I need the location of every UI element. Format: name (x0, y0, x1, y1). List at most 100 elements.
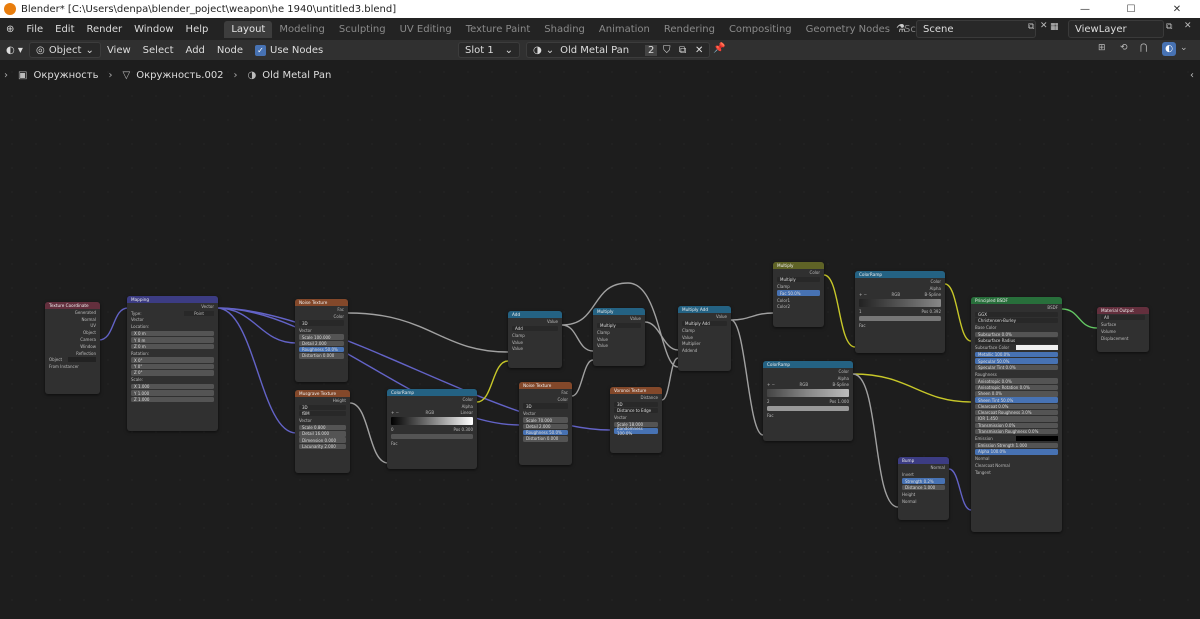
socket-camera[interactable]: Camera (45, 336, 100, 343)
randomness-field[interactable]: Randomness 100.0% (614, 426, 658, 436)
scale-field[interactable]: Scale 100.000 (299, 334, 344, 340)
socket-generated[interactable]: Generated (45, 309, 100, 316)
socket-normal[interactable]: Normal (971, 455, 1062, 462)
socket-value-in-1[interactable]: Value (593, 336, 645, 343)
socket-vector-in[interactable]: Vector (127, 317, 218, 324)
socket-surface[interactable]: Surface (1097, 321, 1149, 328)
socket-color[interactable]: Color (387, 396, 477, 403)
subsurface-radius-dropdown[interactable]: Subsurface Radius (975, 338, 1058, 344)
distance-field[interactable]: Distance 1.000 (902, 484, 945, 491)
dimension-field[interactable]: Dimension 0.000 (299, 437, 346, 443)
emission-color-field[interactable]: Emission (971, 435, 1062, 442)
location-y-field[interactable]: Y 0 m (131, 337, 214, 343)
socket-uv[interactable]: UV (45, 323, 100, 330)
rotation-y-field[interactable]: Y 0° (131, 363, 214, 370)
clamp-checkbox[interactable]: Clamp (773, 283, 824, 290)
socket-color[interactable]: Color (763, 368, 853, 375)
socket-color2-in[interactable]: Color2 (773, 304, 824, 311)
socket-displacement[interactable]: Displacement (1097, 335, 1149, 342)
sheen-tint-field[interactable]: Sheen Tint 50.0% (975, 397, 1058, 403)
socket-value-out[interactable]: Value (593, 315, 645, 322)
strength-field[interactable]: Strength 0.2% (902, 478, 945, 484)
emission-strength-field[interactable]: Emission Strength 1.000 (975, 442, 1058, 449)
socket-fac[interactable]: Fac (855, 322, 945, 329)
color-ramp-gradient[interactable] (767, 389, 849, 398)
node-math-add[interactable]: Add Value Add Clamp Value Value (508, 311, 562, 368)
invert-checkbox[interactable]: Invert (898, 471, 949, 478)
socket-distance[interactable]: Distance (610, 394, 662, 401)
socket-base-color[interactable]: Base Color (971, 324, 1062, 331)
socket-reflection[interactable]: Reflection (45, 350, 100, 357)
socket-normal-out[interactable]: Normal (898, 464, 949, 471)
ramp-controls[interactable]: + − RGB Linear (387, 410, 477, 417)
anisotropic-field[interactable]: Anisotropic 0.0% (975, 378, 1058, 384)
socket-vector-out[interactable]: Vector (127, 303, 218, 310)
clamp-checkbox[interactable]: Clamp (508, 332, 562, 339)
socket-vector-in[interactable]: Vector (295, 417, 350, 424)
node-math-multiply-add[interactable]: Multiply Add Value Multiply Add Clamp Va… (678, 306, 731, 371)
socket-fac[interactable]: Fac (763, 412, 853, 419)
socket-height-in[interactable]: Height (898, 491, 949, 498)
subsurface-field[interactable]: Subsurface 0.0% (975, 331, 1058, 338)
specular-field[interactable]: Specular 50.0% (975, 358, 1058, 364)
clamp-checkbox[interactable]: Clamp (593, 329, 645, 336)
socket-vector-in[interactable]: Vector (610, 414, 662, 421)
transmission-roughness-field[interactable]: Transmission Roughness 0.0% (975, 428, 1058, 435)
sheen-field[interactable]: Sheen 0.0% (975, 391, 1058, 397)
plus-icon[interactable]: + − (859, 292, 867, 297)
socket-value-in-2[interactable]: Value (593, 342, 645, 349)
ramp-controls[interactable]: + − RGB B-Spline (763, 382, 853, 389)
scale-z-field[interactable]: Z 1.000 (131, 396, 214, 403)
socket-height[interactable]: Height (295, 397, 350, 404)
socket-bsdf-out[interactable]: BSDF (971, 304, 1062, 311)
ramp-color-swatch[interactable] (859, 315, 941, 322)
node-mixrgb-multiply[interactable]: Multiply Color Multiply Clamp Fac 50.0% … (773, 262, 824, 327)
socket-value-in-1[interactable]: Value (508, 339, 562, 346)
plus-icon[interactable]: + − (391, 410, 399, 415)
lacunarity-field[interactable]: Lacunarity 2.000 (299, 443, 346, 450)
socket-multiplier-in[interactable]: Multiplier (678, 340, 731, 347)
ramp-color-swatch[interactable] (391, 433, 473, 440)
socket-normal-in[interactable]: Normal (898, 498, 949, 505)
node-bump[interactable]: Bump Normal Invert Strength 0.2% Distanc… (898, 457, 949, 520)
node-mapping[interactable]: Mapping Vector Type: Point Vector Locatio… (127, 296, 218, 431)
ramp-color-swatch[interactable] (767, 405, 849, 412)
socket-vector-in[interactable]: Vector (519, 410, 572, 417)
ramp-stop-row[interactable]: 2 Pos 1.000 (763, 398, 853, 405)
operation-dropdown[interactable]: Add (512, 325, 558, 332)
node-voronoi-texture[interactable]: Voronoi Texture Distance 3D Distance to … (610, 387, 662, 453)
socket-clearcoat-normal[interactable]: Clearcoat Normal (971, 462, 1062, 469)
distortion-field[interactable]: Distortion 0.000 (523, 436, 568, 442)
clearcoat-roughness-field[interactable]: Clearcoat Roughness 3.0% (975, 409, 1058, 416)
mapping-type-field[interactable]: Type: Point (127, 310, 218, 317)
distortion-field[interactable]: Distortion 0.000 (299, 353, 344, 359)
rotation-z-field[interactable]: Z 0° (131, 370, 214, 376)
clamp-checkbox[interactable]: Clamp (678, 327, 731, 334)
node-noise-texture-2[interactable]: Noise Texture Fac Color 3D Vector Scale … (519, 382, 572, 465)
operation-dropdown[interactable]: Multiply Add (682, 320, 727, 327)
location-z-field[interactable]: Z 0 m (131, 343, 214, 350)
ramp-stop-row[interactable]: 0 Pos 0.300 (387, 426, 477, 433)
socket-volume[interactable]: Volume (1097, 328, 1149, 335)
specular-tint-field[interactable]: Specular Tint 0.0% (975, 364, 1058, 371)
ramp-controls[interactable]: + − RGB B-Spline (855, 292, 945, 299)
subsurface-method-dropdown[interactable]: Christensen-Burley (975, 317, 1058, 324)
location-x-field[interactable]: X 0 m (131, 330, 214, 337)
clearcoat-field[interactable]: Clearcoat 0.0% (975, 403, 1058, 410)
detail-field[interactable]: Detail 2.000 (299, 340, 344, 347)
subsurface-color-field[interactable]: Subsurface Color (971, 344, 1062, 351)
anisotropic-rotation-field[interactable]: Anisotropic Rotation 0.0% (975, 384, 1058, 391)
object-picker[interactable]: Object (45, 357, 100, 364)
node-colorramp-1[interactable]: ColorRamp Color Alpha + − RGB Linear 0 Pos … (387, 389, 477, 469)
from-instancer-checkbox[interactable]: From Instancer (45, 363, 100, 370)
fac-field[interactable]: Fac 50.0% (777, 290, 820, 296)
plus-icon[interactable]: + − (767, 382, 775, 387)
blend-mode-dropdown[interactable]: Multiply (777, 276, 820, 283)
socket-fac[interactable]: Fac (387, 440, 477, 447)
socket-color[interactable]: Color (855, 278, 945, 285)
socket-color1-in[interactable]: Color1 (773, 297, 824, 304)
socket-color-out[interactable]: Color (773, 269, 824, 276)
socket-alpha[interactable]: Alpha (763, 375, 853, 382)
socket-alpha[interactable]: Alpha (855, 285, 945, 292)
socket-value-in-2[interactable]: Value (508, 345, 562, 352)
